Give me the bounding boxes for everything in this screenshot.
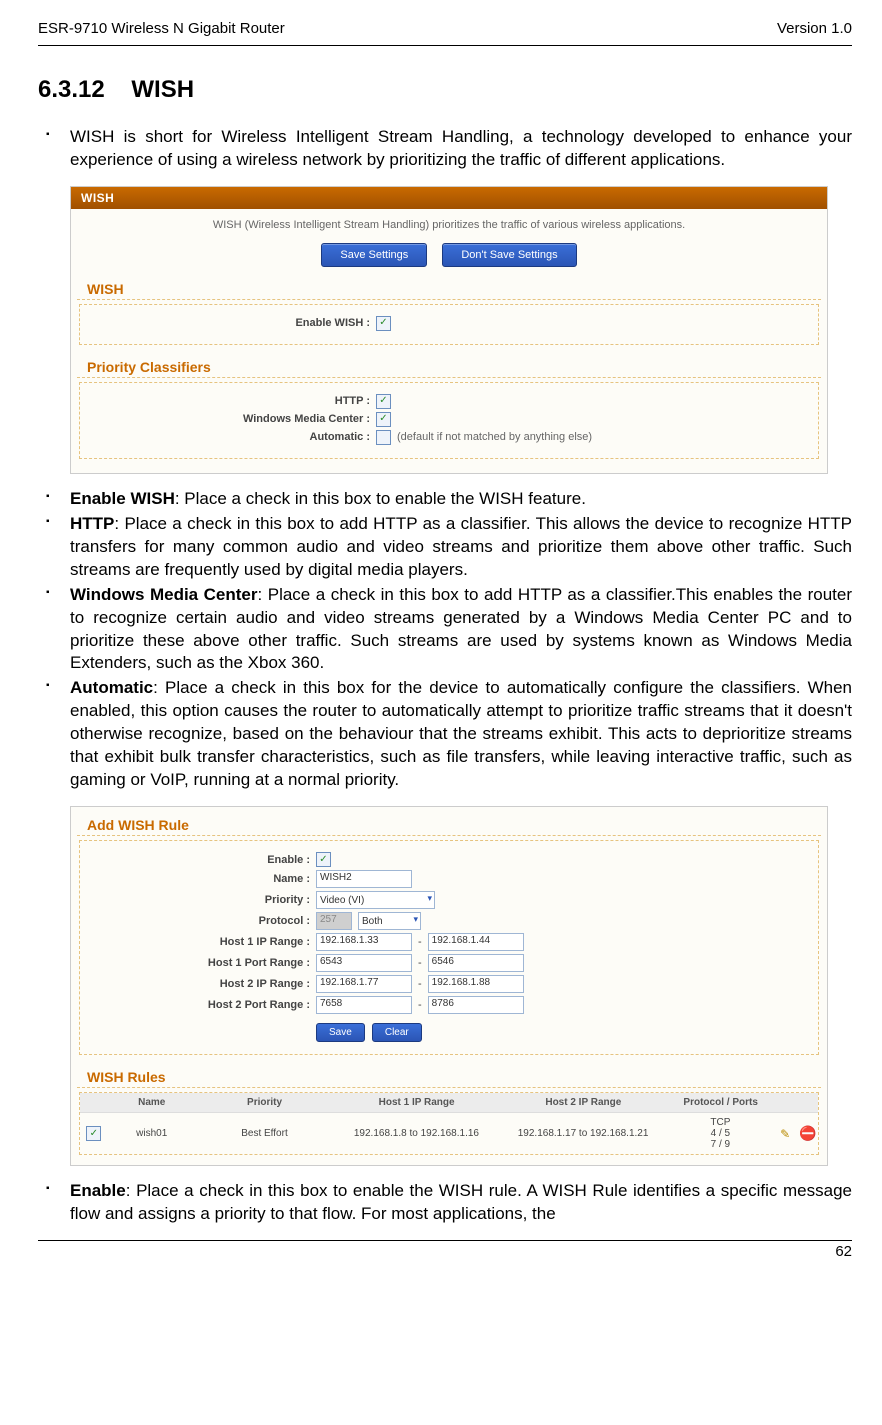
table-row: wish01 Best Effort 192.168.1.8 to 192.16… — [80, 1113, 818, 1154]
save-button[interactable]: Save — [316, 1023, 365, 1042]
priority-classifiers-subhead: Priority Classifiers — [77, 355, 821, 378]
dash: - — [412, 957, 428, 969]
dash: - — [412, 978, 428, 990]
bullet-title: Enable — [70, 1181, 126, 1200]
dont-save-settings-button[interactable]: Don't Save Settings — [442, 243, 576, 267]
panel-title: WISH — [71, 187, 827, 209]
h2pr-label: Host 2 Port Range : — [80, 999, 316, 1011]
wish-rules-subhead: WISH Rules — [77, 1065, 821, 1088]
name-label: Name : — [80, 873, 316, 885]
h1pr-to-input[interactable]: 6546 — [428, 954, 524, 972]
delete-icon[interactable]: ⛔ — [799, 1125, 816, 1141]
save-settings-button[interactable]: Save Settings — [321, 243, 427, 267]
bullet-http: HTTP: Place a check in this box to add H… — [38, 513, 852, 582]
bullet-desc: : Place a check in this box to enable th… — [175, 489, 586, 508]
wish-panel-screenshot: WISH WISH (Wireless Intelligent Stream H… — [70, 186, 828, 474]
wish-rules-table: Name Priority Host 1 IP Range Host 2 IP … — [79, 1092, 819, 1155]
row-host1: 192.168.1.8 to 192.168.1.16 — [333, 1124, 500, 1143]
edit-icon[interactable]: ✎ — [780, 1127, 790, 1141]
dash: - — [412, 999, 428, 1011]
h2ip-from-input[interactable]: 192.168.1.77 — [316, 975, 412, 993]
header-left: ESR-9710 Wireless N Gigabit Router — [38, 20, 285, 37]
enable-label: Enable : — [80, 854, 316, 866]
th-host1: Host 1 IP Range — [333, 1093, 500, 1112]
bullet-wmc: Windows Media Center: Place a check in t… — [38, 584, 852, 676]
protocol-select[interactable]: Both — [358, 912, 421, 930]
add-wish-rule-screenshot: Add WISH Rule Enable : Name :WISH2 Prior… — [70, 806, 828, 1166]
table-header: Name Priority Host 1 IP Range Host 2 IP … — [80, 1093, 818, 1113]
enable-wish-label: Enable WISH : — [80, 317, 376, 329]
h2pr-from-input[interactable]: 7658 — [316, 996, 412, 1014]
bullet-title: HTTP — [70, 514, 114, 533]
wmc-checkbox[interactable] — [376, 412, 391, 427]
automatic-label: Automatic : — [80, 431, 376, 443]
row-priority: Best Effort — [196, 1124, 333, 1143]
bullet-desc: : Place a check in this box for the devi… — [70, 678, 852, 789]
bullet-title: Automatic — [70, 678, 153, 697]
bullet-enable-wish: Enable WISH: Place a check in this box t… — [38, 488, 852, 511]
protocol-label: Protocol : — [80, 915, 316, 927]
priority-label: Priority : — [80, 894, 316, 906]
row-host2: 192.168.1.17 to 192.168.1.21 — [500, 1124, 667, 1143]
th-name: Name — [108, 1093, 196, 1112]
header-right: Version 1.0 — [777, 20, 852, 37]
protocol-number-input: 257 — [316, 912, 352, 930]
h2ip-to-input[interactable]: 192.168.1.88 — [428, 975, 524, 993]
automatic-note: (default if not matched by anything else… — [397, 431, 592, 443]
intro-bullet: WISH is short for Wireless Intelligent S… — [38, 126, 852, 172]
header-divider — [38, 45, 852, 46]
panel-description: WISH (Wireless Intelligent Stream Handli… — [71, 209, 827, 239]
enable-wish-checkbox[interactable] — [376, 316, 391, 331]
page-number: 62 — [38, 1243, 852, 1260]
wish-subhead: WISH — [77, 277, 821, 300]
bullet-desc: : Place a check in this box to add HTTP … — [70, 514, 852, 579]
row-name: wish01 — [108, 1124, 196, 1143]
wish-fieldset: Enable WISH : — [79, 304, 819, 345]
h1ip-from-input[interactable]: 192.168.1.33 — [316, 933, 412, 951]
section-heading: 6.3.12 WISH — [38, 76, 852, 104]
wmc-label: Windows Media Center : — [80, 413, 376, 425]
h1ip-to-input[interactable]: 192.168.1.44 — [428, 933, 524, 951]
name-input[interactable]: WISH2 — [316, 870, 412, 888]
priority-select[interactable]: Video (VI) — [316, 891, 435, 909]
footer-divider — [38, 1240, 852, 1241]
h1ip-label: Host 1 IP Range : — [80, 936, 316, 948]
bullet-title: Enable WISH — [70, 489, 175, 508]
bullet-title: Windows Media Center — [70, 585, 258, 604]
h2pr-to-input[interactable]: 8786 — [428, 996, 524, 1014]
row-checkbox[interactable] — [86, 1126, 101, 1141]
automatic-checkbox[interactable] — [376, 430, 391, 445]
priority-classifiers-fieldset: HTTP : Windows Media Center : Automatic … — [79, 382, 819, 459]
bullet-automatic: Automatic: Place a check in this box for… — [38, 677, 852, 792]
h2ip-label: Host 2 IP Range : — [80, 978, 316, 990]
h1pr-from-input[interactable]: 6543 — [316, 954, 412, 972]
th-priority: Priority — [196, 1093, 333, 1112]
row-protocol: TCP 4 / 5 7 / 9 — [666, 1113, 774, 1154]
http-checkbox[interactable] — [376, 394, 391, 409]
http-label: HTTP : — [80, 395, 376, 407]
bullet-desc: : Place a check in this box to enable th… — [70, 1181, 852, 1223]
clear-button[interactable]: Clear — [372, 1023, 422, 1042]
add-rule-fieldset: Enable : Name :WISH2 Priority :Video (VI… — [79, 840, 819, 1055]
bullet-enable-rule: Enable: Place a check in this box to ena… — [38, 1180, 852, 1226]
dash: - — [412, 936, 428, 948]
h1pr-label: Host 1 Port Range : — [80, 957, 316, 969]
th-host2: Host 2 IP Range — [500, 1093, 667, 1112]
rule-enable-checkbox[interactable] — [316, 852, 331, 867]
section-number: 6.3.12 — [38, 76, 105, 103]
th-protocol: Protocol / Ports — [667, 1093, 775, 1112]
section-name: WISH — [131, 76, 194, 103]
add-wish-rule-subhead: Add WISH Rule — [77, 813, 821, 836]
